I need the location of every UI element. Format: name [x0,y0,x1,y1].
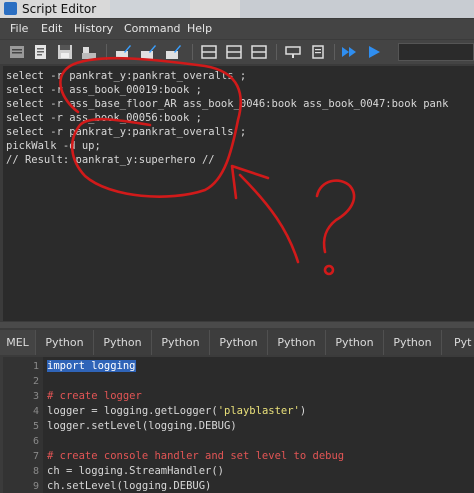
code-line: logger = logging.getLogger('playblaster'… [47,405,306,417]
source-script-icon[interactable] [32,43,50,61]
menu-help[interactable]: Help [187,22,212,35]
code-line: ch = logging.StreamHandler() [47,465,225,477]
line-number: 4 [32,406,39,417]
open-script-icon[interactable] [8,43,26,61]
line-number-gutter: 1 2 3 4 5 6 7 8 9 [3,357,43,493]
line-number: 3 [32,391,39,402]
tab-python[interactable]: Python [94,330,152,355]
toolbar-separator [276,44,277,60]
execute-all-icon[interactable] [340,43,358,61]
tab-python[interactable]: Python [268,330,326,355]
line-number: 5 [32,421,39,432]
code-text: ) [299,405,307,417]
tab-python[interactable]: Pyt [442,330,474,355]
tab-python[interactable]: Python [210,330,268,355]
code-string: 'playblaster' [217,405,300,417]
history-line: select -r pankrat_y:pankrat_overalls ; [6,126,247,138]
show-tooltip-icon[interactable] [284,43,302,61]
command-search-field[interactable] [398,43,474,61]
title-bar: Script Editor [0,0,474,18]
history-output-pane[interactable]: select -r pankrat_y:pankrat_overalls ; s… [3,66,474,321]
maya-app-icon [4,2,17,15]
menu-history[interactable]: History [74,22,113,35]
history-line: select -r pankrat_y:pankrat_overalls ; [6,70,247,82]
tab-mel[interactable]: MEL [0,330,36,355]
blurred-window-region [110,0,190,18]
tab-python[interactable]: Python [384,330,442,355]
window-title: Script Editor [22,2,97,16]
code-line: logger.setLevel(logging.DEBUG) [47,420,237,432]
echo-all-icon[interactable] [80,43,98,61]
menu-bar: File Edit History Command Help [0,19,474,39]
show-line-numbers-icon[interactable] [114,43,132,61]
pane-splitter[interactable] [0,322,474,328]
history-line: select -r ass_base_floor_AR ass_book_004… [6,98,449,110]
code-text: logger = logging.getLogger( [47,405,218,417]
toolbar [0,40,474,64]
toolbar-separator [106,44,107,60]
script-tabs: MEL Python Python Python Python Python P… [0,330,474,355]
line-number: 1 [32,361,39,372]
line-number: 8 [32,466,39,477]
search-icon[interactable] [310,43,328,61]
code-comment-line: # create console handler and set level t… [47,450,345,462]
history-line: pickWalk -d up; [6,140,101,152]
line-number: 7 [32,451,39,462]
save-script-icon[interactable] [56,43,74,61]
history-result-line: // Result: pankrat_y:superhero // [6,154,215,166]
code-line: ch.setLevel(logging.DEBUG) [47,480,212,492]
selected-code: import logging [47,360,136,372]
line-number: 9 [32,481,39,492]
blurred-window-region [240,0,474,18]
tab-python[interactable]: Python [152,330,210,355]
tab-python[interactable]: Python [36,330,94,355]
toolbar-separator [192,44,193,60]
execute-icon[interactable] [365,43,383,61]
menu-edit[interactable]: Edit [41,22,62,35]
script-input-editor[interactable]: 1 2 3 4 5 6 7 8 9 import logging # creat… [3,357,474,493]
menu-file[interactable]: File [10,22,28,35]
line-number: 2 [32,376,39,387]
code-comment-line: # create logger [47,390,142,402]
layout-bottom-icon[interactable] [250,43,268,61]
history-line: select -r ass_book_00056:book ; [6,112,202,124]
code-line: import logging [47,360,136,372]
layout-split-icon[interactable] [225,43,243,61]
layout-top-icon[interactable] [200,43,218,61]
clear-history-icon[interactable] [139,43,157,61]
toolbar-separator [334,44,335,60]
tab-python[interactable]: Python [326,330,384,355]
menu-command[interactable]: Command [124,22,181,35]
line-number: 6 [32,436,39,447]
history-line: select -r ass_book_00019:book ; [6,84,202,96]
clear-input-icon[interactable] [164,43,182,61]
